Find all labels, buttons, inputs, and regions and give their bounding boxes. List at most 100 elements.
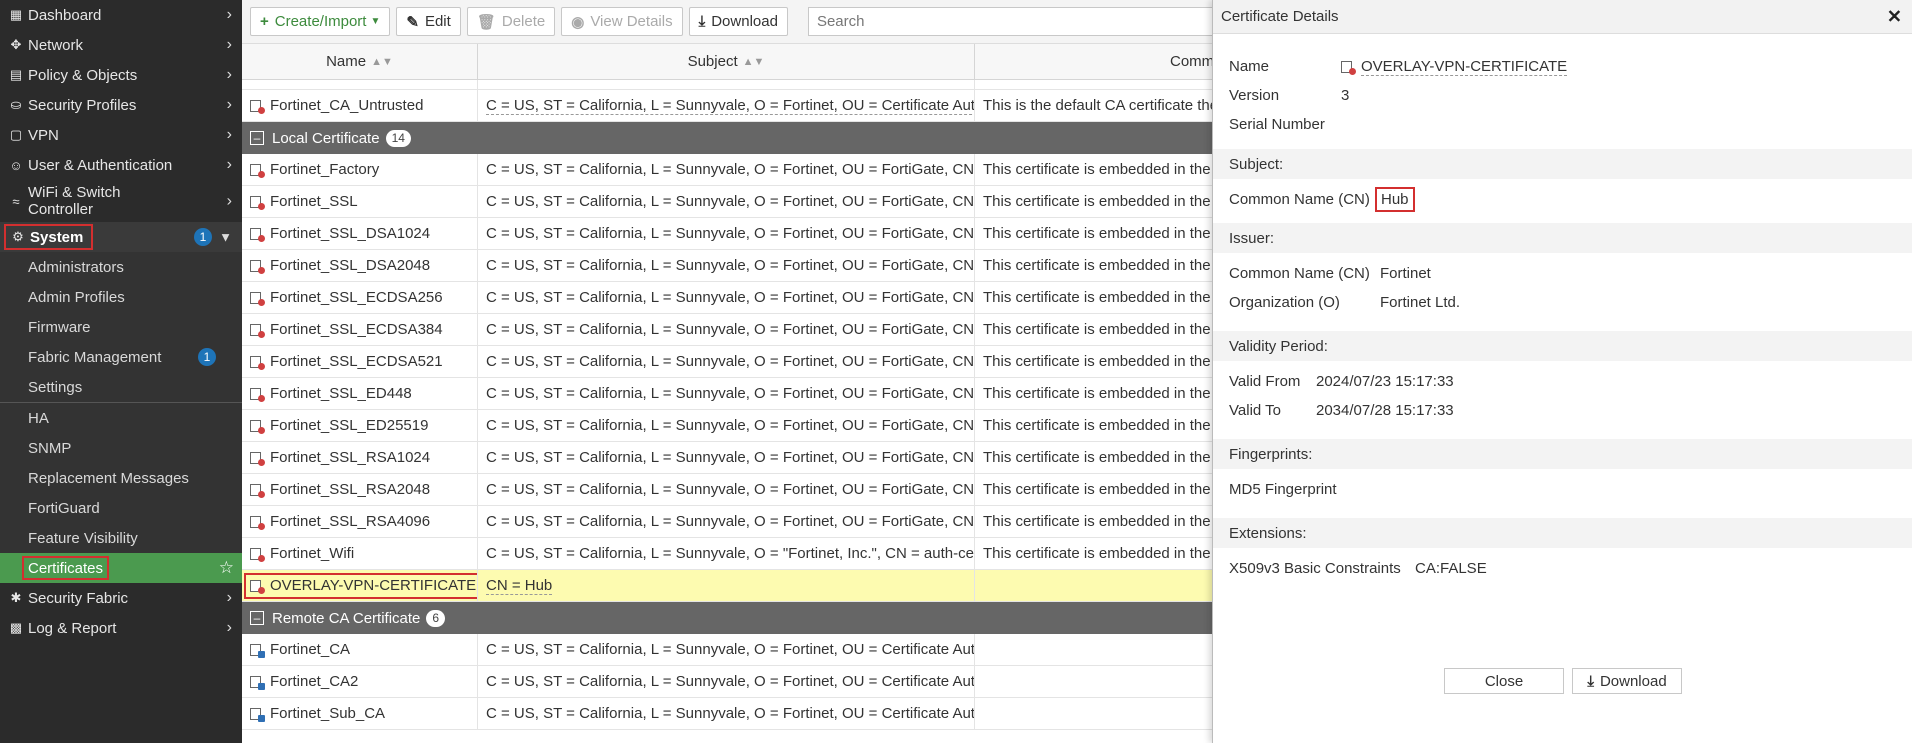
- group-label: Remote CA Certificate: [272, 609, 421, 627]
- chevron-right-icon: ›: [226, 66, 232, 83]
- certificate-icon: [250, 547, 265, 562]
- nav-policy-objects[interactable]: ▤ Policy & Objects ›: [0, 60, 242, 90]
- download-icon: ⤓: [1587, 672, 1594, 690]
- nav-label: Feature Visibility: [28, 529, 138, 547]
- view-details-button[interactable]: ◉ View Details: [561, 7, 683, 36]
- trash-icon: 🗑: [476, 13, 496, 31]
- detail-valid-from: Valid From 2024/07/23 15:17:33: [1213, 367, 1912, 396]
- nav-system[interactable]: ⚙ System 1 ▼: [0, 222, 242, 252]
- row-name-text: Fortinet_SSL_RSA4096: [270, 513, 431, 530]
- star-icon[interactable]: ☆: [219, 558, 234, 578]
- certificate-icon: [250, 259, 265, 274]
- row-name: Fortinet_SSL: [242, 186, 478, 217]
- download-details-button[interactable]: ⤓ Download: [1572, 668, 1682, 694]
- detail-label: Valid From: [1229, 373, 1301, 390]
- row-name-text: Fortinet_SSL_ECDSA521: [270, 353, 443, 370]
- nav-fabric-management[interactable]: Fabric Management 1: [0, 342, 242, 372]
- detail-md5: MD5 Fingerprint: [1213, 475, 1912, 504]
- detail-value: CA:FALSE: [1415, 560, 1487, 577]
- close-button[interactable]: Close: [1444, 668, 1564, 694]
- nav-administrators[interactable]: Administrators: [0, 252, 242, 282]
- nav-admin-profiles[interactable]: Admin Profiles: [0, 282, 242, 312]
- nav-label: Certificates: [28, 559, 104, 577]
- close-icon[interactable]: ✕: [1887, 6, 1902, 27]
- nav-snmp[interactable]: SNMP: [0, 433, 242, 463]
- row-name-text: Fortinet_SSL_DSA1024: [270, 225, 431, 242]
- caret-down-icon: ▼: [370, 16, 381, 27]
- detail-basic-constraints: X509v3 Basic Constraints CA:FALSE: [1213, 554, 1912, 583]
- nav-log-report[interactable]: ▩ Log & Report ›: [0, 613, 242, 643]
- header-label: Name: [326, 53, 367, 70]
- row-name-text: Fortinet_Wifi: [270, 545, 355, 562]
- row-name: Fortinet_SSL_RSA4096: [242, 506, 478, 537]
- download-button[interactable]: ⤓ Download: [688, 7, 788, 36]
- column-header-name[interactable]: Name ▲▼: [242, 44, 478, 79]
- row-cell: [242, 80, 478, 89]
- detail-label: Organization (O): [1229, 294, 1340, 311]
- detail-value: 2024/07/23 15:17:33: [1316, 373, 1454, 390]
- group-count-badge: 6: [426, 609, 446, 627]
- chevron-right-icon: ›: [226, 619, 232, 636]
- row-name: Fortinet_CA2: [242, 666, 478, 697]
- row-subject-text: C = US, ST = California, L = Sunnyvale, …: [486, 705, 975, 722]
- sort-icon: ▲▼: [742, 55, 765, 68]
- row-name: Fortinet_SSL_DSA2048: [242, 250, 478, 281]
- nav-wifi-switch[interactable]: ≈ WiFi & Switch Controller ›: [0, 180, 242, 222]
- header-label: Subject: [687, 53, 738, 70]
- row-subject: C = US, ST = California, L = Sunnyvale, …: [478, 698, 975, 729]
- row-name: Fortinet_SSL_ECDSA256: [242, 282, 478, 313]
- nav-network[interactable]: ✥ Network ›: [0, 30, 242, 60]
- detail-value: Fortinet: [1380, 265, 1431, 282]
- row-name-text: Fortinet_CA_Untrusted: [270, 97, 424, 114]
- nav-settings[interactable]: Settings: [0, 372, 242, 402]
- log-report-icon: ▩: [9, 620, 23, 635]
- chevron-right-icon: ›: [226, 156, 232, 173]
- delete-button[interactable]: 🗑 Delete: [466, 7, 556, 36]
- nav-label: FortiGuard: [28, 499, 100, 517]
- row-subject-text: C = US, ST = California, L = Sunnyvale, …: [486, 161, 975, 178]
- row-subject: C = US, ST = California, L = Sunnyvale, …: [478, 666, 975, 697]
- collapse-icon[interactable]: –: [250, 131, 264, 145]
- nav-firmware[interactable]: Firmware: [0, 312, 242, 342]
- detail-label: Common Name (CN): [1229, 190, 1370, 208]
- row-name-text: OVERLAY-VPN-CERTIFICATE: [270, 577, 477, 594]
- row-name-text: Fortinet_Sub_CA: [270, 705, 386, 722]
- edit-button[interactable]: ✎ Edit: [396, 7, 461, 36]
- nav-ha[interactable]: HA: [0, 403, 242, 433]
- nav-security-profiles[interactable]: ⛀ Security Profiles ›: [0, 90, 242, 120]
- eye-icon: ◉: [571, 13, 585, 31]
- nav-certificates[interactable]: Certificates ☆: [0, 553, 242, 583]
- nav-feature-visibility[interactable]: Feature Visibility: [0, 523, 242, 553]
- row-name-highlight: OVERLAY-VPN-CERTIFICATE: [244, 572, 477, 599]
- row-subject: CN = Hub: [478, 570, 975, 601]
- column-header-subject[interactable]: Subject ▲▼: [478, 44, 975, 79]
- section-validity: Validity Period:: [1213, 331, 1912, 361]
- nav-dashboard[interactable]: ▦ Dashboard ›: [0, 0, 242, 30]
- certificate-details-panel: Certificate Details ✕ Name OVERLAY-VPN-C…: [1212, 0, 1912, 743]
- row-subject: C = US, ST = California, L = Sunnyvale, …: [478, 186, 975, 217]
- nav-fortiguard[interactable]: FortiGuard: [0, 493, 242, 523]
- nav-label: Firmware: [28, 318, 91, 336]
- nav-security-fabric[interactable]: ✱ Security Fabric ›: [0, 583, 242, 613]
- notification-badge: 1: [198, 348, 216, 366]
- row-name: Fortinet_SSL_ECDSA384: [242, 314, 478, 345]
- row-name: Fortinet_SSL_ECDSA521: [242, 346, 478, 377]
- row-name: Fortinet_CA: [242, 634, 478, 665]
- nav-replacement-messages[interactable]: Replacement Messages: [0, 463, 242, 493]
- detail-label: MD5 Fingerprint: [1229, 481, 1337, 498]
- button-label: Download: [711, 13, 778, 30]
- row-name-text: Fortinet_SSL_ECDSA384: [270, 321, 443, 338]
- collapse-icon[interactable]: –: [250, 611, 264, 625]
- nav-vpn[interactable]: ▢ VPN ›: [0, 120, 242, 150]
- sidebar: ▦ Dashboard › ✥ Network › ▤ Policy & Obj…: [0, 0, 242, 743]
- row-subject: C = US, ST = California, L = Sunnyvale, …: [478, 314, 975, 345]
- certificate-icon: [250, 643, 265, 658]
- row-subject-text: C = US, ST = California, L = Sunnyvale, …: [486, 225, 975, 242]
- nav-user-authentication[interactable]: ☺ User & Authentication ›: [0, 150, 242, 180]
- nav-label: Policy & Objects: [28, 66, 138, 84]
- chevron-right-icon: ›: [226, 96, 232, 113]
- search-input[interactable]: [807, 7, 1228, 36]
- row-subject-text: C = US, ST = California, L = Sunnyvale, …: [486, 513, 975, 530]
- create-import-button[interactable]: + Create/Import ▼: [250, 7, 391, 36]
- row-name: Fortinet_Sub_CA: [242, 698, 478, 729]
